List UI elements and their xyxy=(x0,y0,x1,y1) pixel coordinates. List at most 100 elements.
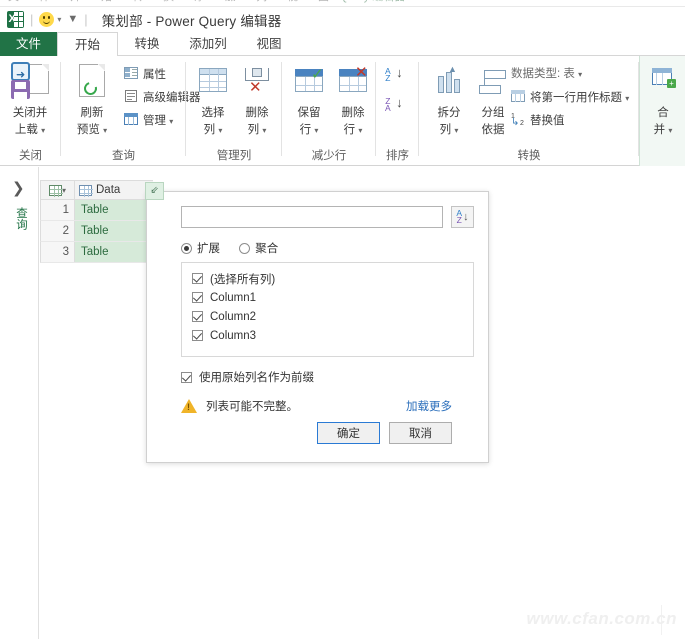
remove-columns-label-1: 删除 xyxy=(245,107,269,119)
close-and-load-caret-icon[interactable]: ▾ xyxy=(41,126,45,135)
remove-rows-label-1: 删除 xyxy=(341,107,365,119)
tab-transform[interactable]: 转换 xyxy=(118,32,176,56)
keep-rows-caret-icon[interactable]: ▾ xyxy=(314,126,318,135)
radio-expand[interactable]: 扩展 xyxy=(181,240,220,256)
row-number: 3 xyxy=(41,242,75,262)
ghost-title: Power Query 编辑器 xyxy=(305,0,405,4)
list-item-label: Column2 xyxy=(210,310,257,323)
radio-aggregate[interactable]: 聚合 xyxy=(239,240,278,256)
save-icon[interactable]: ▼ xyxy=(67,13,78,25)
combine-label-2: 并 ▾ xyxy=(653,124,673,136)
replace-values-icon: 1 ↳ 2 xyxy=(511,113,524,128)
manage-icon xyxy=(124,113,139,126)
sort-descending-button[interactable]: ZA ↓ xyxy=(385,95,403,116)
use-first-row-caret-icon[interactable]: ▾ xyxy=(625,94,629,103)
properties-icon xyxy=(124,67,139,80)
row-number: 2 xyxy=(41,221,75,241)
sort-az-button[interactable]: A Z ↓ xyxy=(451,206,474,228)
checkbox-column2[interactable] xyxy=(192,311,203,322)
excel-icon xyxy=(7,11,24,28)
ribbon-group-sort-label: 排序 xyxy=(386,150,409,162)
cancel-button[interactable]: 取消 xyxy=(389,422,452,444)
ribbon-group-combine: + 合 并 ▾ xyxy=(639,56,685,166)
radio-aggregate-label: 聚合 xyxy=(255,243,279,255)
radio-expand-dot-icon xyxy=(181,242,192,254)
combine-icon: + xyxy=(636,62,685,104)
remove-rows-label-2: 行 ▾ xyxy=(343,124,363,136)
list-item-label: Column3 xyxy=(210,329,257,342)
dialog-mode-radios: 扩展 聚合 xyxy=(181,240,294,257)
load-more-link[interactable]: 加载更多 xyxy=(406,398,452,414)
ribbon-group-transform-label: 转换 xyxy=(517,150,541,162)
list-item[interactable]: Column2 xyxy=(192,307,473,326)
table-row[interactable]: 2 Table xyxy=(40,221,153,242)
replace-values-button[interactable]: 1 ↳ 2 替换值 xyxy=(511,113,565,128)
ribbon-group-close-label: 关闭 xyxy=(19,150,42,162)
refresh-preview-label-1: 刷新 xyxy=(80,107,104,119)
checkbox-column1[interactable] xyxy=(192,292,203,303)
table-row[interactable]: 1 Table xyxy=(40,200,153,221)
column-header-data[interactable]: Data xyxy=(75,184,153,197)
manage-caret-icon[interactable]: ▾ xyxy=(169,117,173,126)
qat-separator-2: | xyxy=(84,12,88,27)
cell-data[interactable]: Table xyxy=(75,200,153,220)
tab-view[interactable]: 视图 xyxy=(240,32,298,56)
ok-button[interactable]: 确定 xyxy=(317,422,380,444)
search-input[interactable] xyxy=(181,206,443,228)
table-row[interactable]: 3 Table xyxy=(40,242,153,263)
data-type-caret-icon[interactable]: ▾ xyxy=(578,70,582,79)
ribbon-group-manage-columns-label: 管理列 xyxy=(216,150,252,162)
table-icon xyxy=(48,184,63,197)
split-column-caret-icon[interactable]: ▾ xyxy=(454,126,458,135)
expand-columns-icon[interactable]: ⇙ xyxy=(145,182,164,200)
checkbox-select-all[interactable] xyxy=(192,273,203,284)
remove-rows-caret-icon[interactable]: ▾ xyxy=(358,126,362,135)
dialog-warning-row: 列表可能不完整。 加载更多 xyxy=(181,398,478,414)
manage-button[interactable]: 管理 ▾ xyxy=(124,113,173,129)
queries-pane-collapsed[interactable]: ❯ 查询 xyxy=(0,167,39,639)
column-header-label: Data xyxy=(96,184,121,196)
list-item[interactable]: Column3 xyxy=(192,326,473,345)
remove-rows-button[interactable]: ✕ 删除 行 ▾ xyxy=(326,62,380,138)
data-type-button[interactable]: 数据类型: 表 ▾ xyxy=(511,67,582,82)
refresh-preview-button[interactable]: 刷新 预览 ▾ xyxy=(65,62,119,138)
close-and-load-button[interactable]: ➜ 关闭并 上载 ▾ xyxy=(3,62,57,138)
preview-grid: ▾ Data 1 Table 2 Table 3 Table xyxy=(40,180,153,263)
remove-columns-icon: ✕ xyxy=(230,62,284,104)
cell-data[interactable]: Table xyxy=(75,221,153,241)
queries-pane-label: 查询 xyxy=(15,207,27,230)
checkbox-column3[interactable] xyxy=(192,330,203,341)
smiley-caret-icon[interactable]: ▾ xyxy=(57,15,61,24)
remove-columns-button[interactable]: ✕ 删除 列 ▾ xyxy=(230,62,284,138)
choose-columns-caret-icon[interactable]: ▾ xyxy=(218,126,222,135)
chevron-right-icon[interactable]: ❯ xyxy=(12,179,25,197)
advanced-editor-icon xyxy=(124,90,139,103)
tab-add-column[interactable]: 添加列 xyxy=(176,32,240,56)
properties-button[interactable]: 属性 xyxy=(124,67,166,82)
tab-file[interactable]: 文件 xyxy=(0,32,57,56)
list-item[interactable]: (选择所有列) xyxy=(192,269,473,288)
use-original-name-prefix-option[interactable]: 使用原始列名作为前缀 xyxy=(181,369,314,385)
combine-button[interactable]: + 合 并 ▾ xyxy=(636,62,685,138)
ribbon-group-query-label: 查询 xyxy=(112,150,135,162)
list-item[interactable]: Column1 xyxy=(192,288,473,307)
ribbon-group-sort: AZ ↓ ZA ↓ 排序 xyxy=(376,56,419,166)
sort-ascending-button[interactable]: AZ ↓ xyxy=(385,65,403,86)
ribbon-group-close: ➜ 关闭并 上载 ▾ 关闭 xyxy=(0,56,61,166)
use-first-row-as-headers-button[interactable]: 将第一行用作标题 ▾ xyxy=(511,90,629,106)
remove-columns-caret-icon[interactable]: ▾ xyxy=(262,126,266,135)
radio-expand-label: 扩展 xyxy=(197,243,220,255)
refresh-preview-caret-icon[interactable]: ▾ xyxy=(103,126,107,135)
close-and-load-label-2: 上载 ▾ xyxy=(14,124,46,136)
cell-data[interactable]: Table xyxy=(75,242,153,262)
ghost-tabs: 文件开始转换添加列视图 xyxy=(8,0,349,4)
ribbon: ➜ 关闭并 上载 ▾ 关闭 刷新 预览 ▾ 属性 高级编辑器 管理 ▾ 查询 选… xyxy=(0,56,685,166)
combine-caret-icon[interactable]: ▾ xyxy=(668,126,672,135)
grid-header-row: ▾ Data xyxy=(40,180,153,200)
row-number: 1 xyxy=(41,200,75,220)
tab-home[interactable]: 开始 xyxy=(57,32,118,56)
checkbox-use-prefix[interactable] xyxy=(181,371,192,383)
select-all-columns-button[interactable]: ▾ xyxy=(41,180,75,200)
autosave-smiley-icon[interactable] xyxy=(39,12,55,27)
radio-aggregate-dot-icon xyxy=(239,242,251,254)
